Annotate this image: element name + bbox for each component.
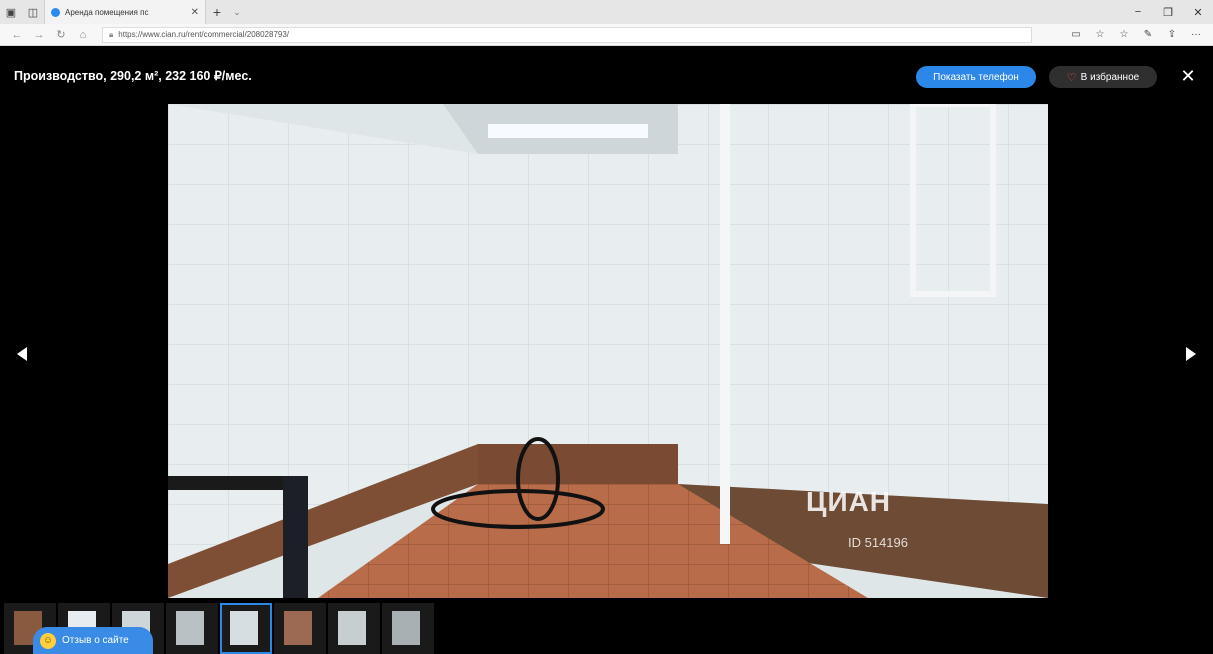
feedback-label: Отзыв о сайте: [62, 635, 129, 646]
room-photo-image: [168, 104, 1048, 598]
cian-watermark: ЦИАН ID 514196: [806, 486, 908, 550]
gallery-header: Производство, 290,2 м², 232 160 ₽/мес. П…: [0, 47, 1213, 101]
watermark-id: ID 514196: [848, 535, 908, 550]
site-favicon-icon: [51, 7, 60, 17]
thumbnail[interactable]: [166, 603, 218, 654]
tab-title: Аренда помещения пс: [65, 7, 149, 17]
share-icon[interactable]: ⇪: [1163, 29, 1181, 40]
refresh-icon[interactable]: ↻: [50, 28, 72, 41]
url-text: https://www.cian.ru/rent/commercial/2080…: [118, 30, 290, 39]
forward-icon[interactable]: →: [28, 29, 50, 41]
minimize-icon[interactable]: −: [1123, 6, 1153, 19]
lock-icon: 🔒︎: [109, 29, 114, 39]
window-controls: − ❐ ✕: [1123, 6, 1213, 19]
show-phone-button[interactable]: Показать телефон: [916, 66, 1036, 88]
tab-close-icon[interactable]: ✕: [191, 7, 199, 18]
heart-icon: ♡: [1066, 71, 1077, 84]
home-icon[interactable]: ⌂: [72, 29, 94, 41]
add-to-favorites-button[interactable]: ♡ В избранное: [1049, 66, 1157, 88]
listing-title: Производство, 290,2 м², 232 160 ₽/мес.: [14, 69, 252, 83]
browser-tab-bar: ▣ ◫ Аренда помещения пс ✕ + ⌄ − ❐ ✕: [0, 0, 1213, 24]
url-field[interactable]: 🔒︎ https://www.cian.ru/rent/commercial/2…: [102, 26, 1032, 43]
next-photo-button[interactable]: [1183, 343, 1199, 365]
more-icon[interactable]: ···: [1187, 29, 1205, 40]
arrow-right-icon: [1186, 347, 1196, 361]
thumbnail[interactable]: [382, 603, 434, 654]
thumbnail-active[interactable]: [220, 603, 272, 654]
browser-address-bar: ← → ↻ ⌂ 🔒︎ https://www.cian.ru/rent/comm…: [0, 24, 1213, 46]
new-tab-icon[interactable]: +: [206, 4, 228, 20]
tab-preview-icon[interactable]: ◫: [22, 1, 44, 23]
restore-icon[interactable]: ❐: [1153, 6, 1183, 19]
favorites-hub-icon[interactable]: ☆: [1115, 29, 1133, 40]
watermark-brand: ЦИАН: [806, 486, 892, 517]
browser-toolbar: ▭ ☆ ☆ ✎ ⇪ ···: [1067, 29, 1213, 40]
window-close-icon[interactable]: ✕: [1183, 6, 1213, 19]
thumbnail[interactable]: [274, 603, 326, 654]
main-photo: ЦИАН ID 514196: [168, 104, 1048, 598]
pen-icon[interactable]: ✎: [1139, 29, 1157, 40]
smile-icon: ☺: [40, 632, 56, 649]
arrow-left-icon: [17, 347, 27, 361]
site-feedback-button[interactable]: ☺ Отзыв о сайте: [33, 627, 153, 654]
favorite-star-icon[interactable]: ☆: [1091, 29, 1109, 40]
previous-photo-button[interactable]: [14, 343, 30, 365]
browser-tab[interactable]: Аренда помещения пс ✕: [44, 0, 206, 24]
tab-dropdown-icon[interactable]: ⌄: [228, 7, 246, 18]
tab-actions-icon[interactable]: ▣: [0, 1, 22, 23]
thumbnail[interactable]: [328, 603, 380, 654]
favorites-label: В избранное: [1080, 71, 1140, 83]
photo-gallery-page: Производство, 290,2 м², 232 160 ₽/мес. П…: [0, 47, 1213, 654]
close-gallery-button[interactable]: ✕: [1178, 65, 1198, 87]
back-icon[interactable]: ←: [6, 29, 28, 41]
reading-view-icon[interactable]: ▭: [1067, 29, 1085, 40]
